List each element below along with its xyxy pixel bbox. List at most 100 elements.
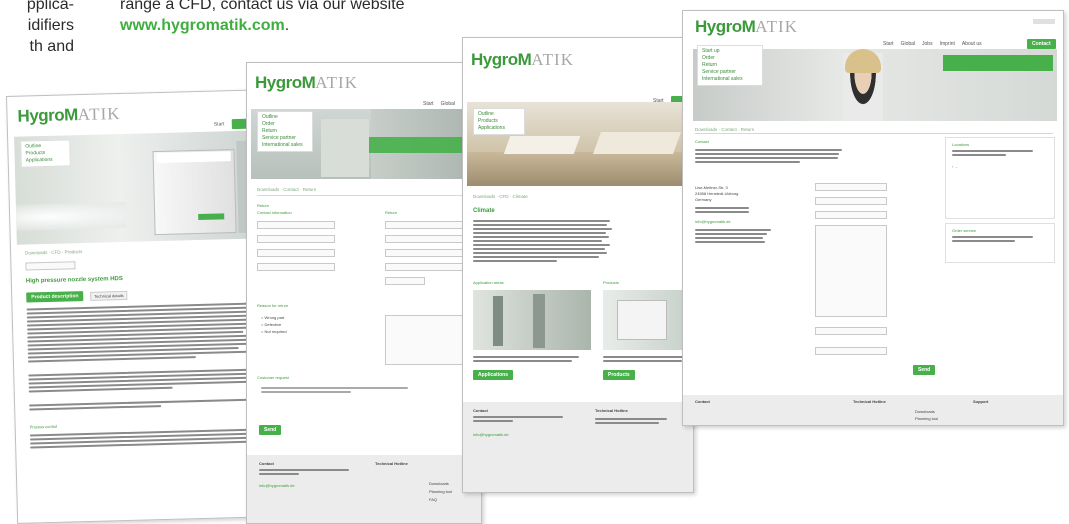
message-textarea[interactable] [815,225,887,317]
nav-item-international-sales[interactable]: International sales [702,76,758,83]
serial-number-field[interactable] [385,249,471,257]
products-button[interactable]: Products [603,370,635,380]
name-field[interactable] [815,183,887,191]
send-button[interactable]: Send [259,425,282,435]
footer-hotline-text [595,418,675,426]
nav-item-order[interactable]: Order [262,121,308,128]
contact-person-field[interactable] [257,249,335,257]
reference-field[interactable] [257,263,335,271]
breadcrumb: Downloads · Contact · Return [695,127,755,132]
email-link[interactable]: info@hygromatik.de [695,219,731,224]
reason-wrong-part[interactable]: ○ Wrong part [261,315,284,320]
menu-start[interactable]: Start [214,121,225,127]
breadcrumb: Downloads · CFD · Climate [473,194,528,199]
part-field[interactable] [385,221,471,229]
address-line-1: Lise-Meitner-Str. 3 [695,185,728,190]
hygromatik-logo: HygroMATIK [255,73,358,92]
nav-item-applications[interactable]: Applications [26,156,66,164]
footer-hotline-heading: Technical Hotline [375,461,408,466]
website-link[interactable]: www.hygromatik.com [120,17,285,34]
screenshot-climate-page: HygroMATIK Start Outline Products Applic… [462,37,694,493]
language-switch[interactable] [1033,19,1055,24]
brochure-line: pplica- [26,0,74,13]
reason-defective[interactable]: ○ Defective [261,322,281,327]
reason-not-required[interactable]: ○ Not required [261,329,287,334]
send-button[interactable]: Send [913,365,936,375]
nav-item-products[interactable]: Products [478,118,520,125]
footer-hotline-heading: Technical Hotline [595,408,628,413]
company-field[interactable] [815,197,887,205]
footer: Contact Technical Hotline info@hygromati… [247,455,481,523]
order-service-heading: Order service [952,228,977,233]
breadcrumb: Downloads · Contact · Return [257,187,317,192]
tab-product-description[interactable]: Product description [26,291,84,303]
footer-link-planning-tool[interactable]: Planning tool [429,489,452,494]
footer-email-link[interactable]: info@hygromatik.de [259,483,295,488]
locations-heading: Locations [952,142,970,147]
unit-type-field[interactable] [385,235,471,243]
brochure-top-line: range a CFD, contact us via our website [120,0,405,13]
footer-link-downloads[interactable]: Downloads [915,409,935,414]
menu-global[interactable]: Global [441,101,455,107]
nav-item-service-partner[interactable]: Service partner [702,69,758,76]
footer-support-heading: Support [973,399,989,404]
footer-contact-heading: Contact [473,408,488,413]
nav-item-service-partner[interactable]: Service partner [262,135,308,142]
nav-item-outline[interactable]: Outline [478,111,520,118]
locations-link[interactable]: › … [952,164,958,169]
contact-intro-text [695,149,845,165]
tab-technical-details[interactable]: Technical details [90,290,128,301]
customer-number-field[interactable] [257,235,335,243]
security-code-field[interactable] [815,347,887,355]
menu-start[interactable]: Start [423,101,434,107]
customer-request-heading: Customer request [257,375,289,380]
nav-item-outline[interactable]: Outline [262,114,308,121]
footer-contact-text [473,416,573,424]
footer: Contact Technical Hotline Support Downlo… [683,395,1063,425]
quantity-field[interactable] [385,277,425,285]
application-areas-heading: Application areas [473,280,504,285]
comments-textarea[interactable] [385,315,471,365]
footer-link-faq[interactable]: FAQ [429,497,437,502]
nav-item-return[interactable]: Return [702,62,758,69]
delivery-note-field[interactable] [385,263,471,271]
hygromatik-logo: HygroMATIK [471,50,574,69]
menu-jobs[interactable]: Jobs [922,41,933,47]
page-title: Climate [473,208,495,214]
screenshot-return-form: HygroMATIK Start Global Outline Order Ret… [246,62,482,524]
product-description-text-3 [29,398,269,412]
footer-contact-text [259,469,359,477]
customer-request-options[interactable] [261,387,411,395]
footer-link-downloads[interactable]: Downloads [429,481,449,486]
footer-email-link[interactable]: info@hygromatik.de [473,432,509,437]
top-menu: Start Global Jobs Imprint About us [883,41,989,47]
email-field[interactable] [815,211,887,219]
company-name-field[interactable] [257,221,335,229]
captcha-field[interactable] [815,327,887,335]
top-menu: Start [214,121,232,127]
product-title: High pressure nozzle system HDS [25,276,123,285]
reason-heading: Reason for return [257,303,289,308]
nav-item-applications[interactable]: Applications [478,125,520,132]
nav-item-international-sales[interactable]: International sales [262,142,308,149]
product-description-text [26,302,268,364]
menu-about-us[interactable]: About us [962,41,982,47]
order-service-box: Order service [945,223,1055,263]
brochure-line: idifiers [27,17,74,34]
applications-button[interactable]: Applications [473,370,514,380]
section-return: Return [257,203,270,208]
brochure-left-text: pplica- idifiers th and [0,0,74,57]
menu-global[interactable]: Global [901,41,915,47]
search-box[interactable] [25,261,76,271]
nav-item-order[interactable]: Order [702,55,758,62]
nav-menu: Outline Products Applications [20,139,71,168]
products-image [603,290,693,350]
menu-imprint[interactable]: Imprint [940,41,955,47]
contact-heading: Contact [695,139,709,144]
contact-top-button[interactable]: Contact [1027,39,1056,49]
footer-link-planning-tool[interactable]: Planning tool [915,416,938,421]
nav-item-return[interactable]: Return [262,128,308,135]
nav-item-start-up[interactable]: Start up [702,48,758,55]
address-line-2: 24558 Henstedt-Ulzburg [695,191,739,196]
menu-start[interactable]: Start [883,41,894,47]
